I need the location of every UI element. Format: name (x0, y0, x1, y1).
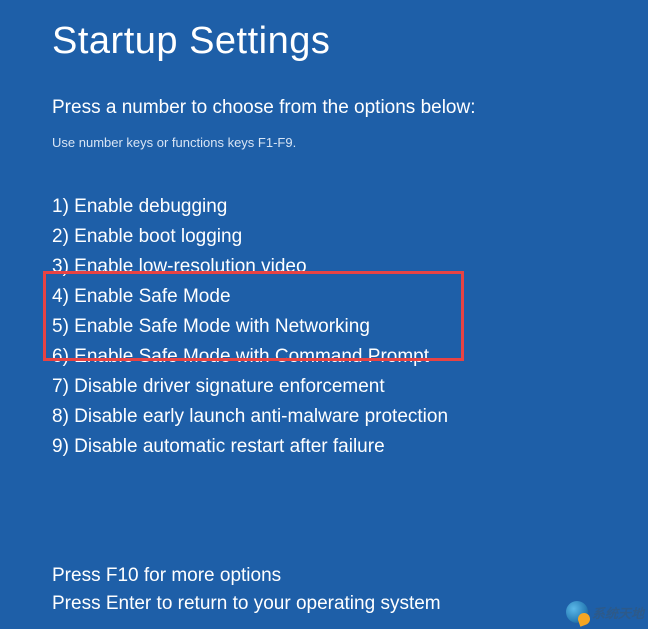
option-7-disable-driver-sig[interactable]: 7) Disable driver signature enforcement (52, 372, 648, 402)
instruction-text: Press a number to choose from the option… (52, 97, 648, 119)
more-options-hint: Press F10 for more options (52, 562, 648, 590)
option-1-debugging[interactable]: 1) Enable debugging (52, 192, 648, 222)
option-4-safe-mode[interactable]: 4) Enable Safe Mode (52, 282, 648, 312)
options-list: 1) Enable debugging 2) Enable boot loggi… (52, 192, 648, 462)
startup-settings-screen: Startup Settings Press a number to choos… (0, 0, 648, 618)
option-2-boot-logging[interactable]: 2) Enable boot logging (52, 222, 648, 252)
option-8-disable-antimalware[interactable]: 8) Disable early launch anti-malware pro… (52, 402, 648, 432)
footer-hints: Press F10 for more options Press Enter t… (52, 562, 648, 618)
option-5-safe-mode-networking[interactable]: 5) Enable Safe Mode with Networking (52, 312, 648, 342)
subinstruction-text: Use number keys or functions keys F1-F9. (52, 135, 648, 150)
watermark: 系统天地 (566, 601, 644, 623)
option-9-disable-auto-restart[interactable]: 9) Disable automatic restart after failu… (52, 432, 648, 462)
page-title: Startup Settings (52, 20, 648, 63)
watermark-globe-icon (566, 601, 588, 623)
option-6-safe-mode-cmd[interactable]: 6) Enable Safe Mode with Command Prompt (52, 342, 648, 372)
return-hint: Press Enter to return to your operating … (52, 590, 648, 618)
option-3-low-res-video[interactable]: 3) Enable low-resolution video (52, 252, 648, 282)
watermark-text: 系统天地 (592, 603, 644, 622)
